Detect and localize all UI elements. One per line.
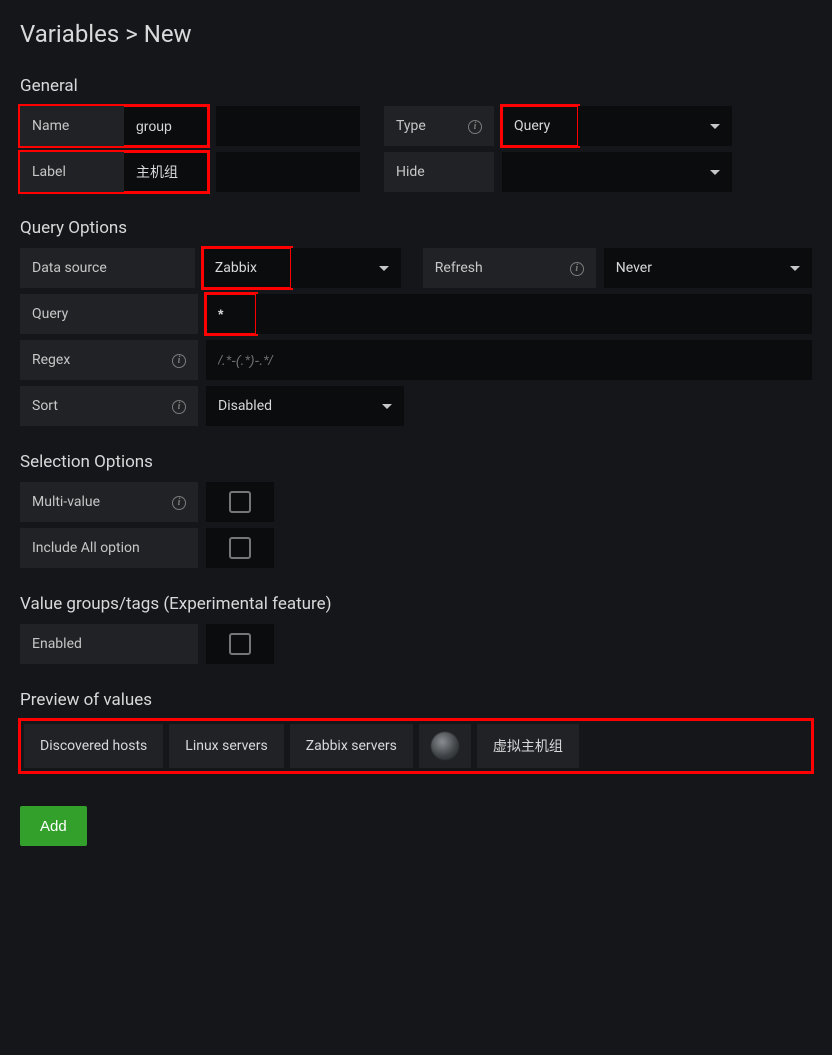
include-all-checkbox[interactable]	[229, 537, 251, 559]
name-label: Name	[20, 106, 124, 146]
data-source-caret-area[interactable]	[291, 248, 401, 288]
section-selection-options-heading: Selection Options	[20, 452, 812, 472]
name-input-extra[interactable]	[216, 106, 360, 146]
data-source-value-box[interactable]: Zabbix	[203, 248, 291, 288]
enabled-checkbox-wrap	[206, 624, 274, 664]
label-label: Label	[20, 152, 124, 192]
sort-label: Sort i	[20, 386, 198, 426]
label-input-extra[interactable]	[216, 152, 360, 192]
preview-values-container: Discovered hosts Linux servers Zabbix se…	[20, 720, 812, 772]
type-select-caret-area[interactable]	[578, 106, 732, 146]
type-value-text: Query	[514, 118, 550, 134]
regex-input[interactable]	[206, 340, 812, 380]
regex-label-text: Regex	[32, 352, 70, 368]
data-source-value-text: Zabbix	[215, 260, 257, 276]
info-icon: i	[162, 352, 186, 368]
chevron-down-icon	[790, 266, 800, 271]
chevron-down-icon	[710, 170, 720, 175]
refresh-label: Refresh i	[423, 248, 596, 288]
preview-value-pill: Linux servers	[169, 724, 283, 768]
obscured-icon	[431, 732, 459, 760]
multi-value-label-text: Multi-value	[32, 494, 100, 510]
section-general-heading: General	[20, 76, 812, 96]
chevron-down-icon	[379, 266, 389, 271]
enabled-label: Enabled	[20, 624, 198, 664]
refresh-label-text: Refresh	[435, 260, 483, 276]
name-input[interactable]	[124, 106, 208, 146]
query-input-highlight[interactable]	[206, 294, 256, 334]
page-title: Variables > New	[20, 20, 812, 48]
multi-value-checkbox[interactable]	[229, 491, 251, 513]
hide-select[interactable]	[502, 152, 732, 192]
section-query-options-heading: Query Options	[20, 218, 812, 238]
type-select-value[interactable]: Query	[502, 106, 578, 146]
sort-select[interactable]: Disabled	[206, 386, 404, 426]
query-input-rest[interactable]	[256, 294, 812, 334]
label-input[interactable]	[124, 152, 208, 192]
data-source-label: Data source	[20, 248, 195, 288]
preview-value-pill: 虚拟主机组	[477, 724, 579, 768]
preview-value-pill-icon	[419, 724, 471, 768]
info-icon: i	[162, 398, 186, 414]
type-label: Type i	[384, 106, 494, 146]
include-all-checkbox-wrap	[206, 528, 274, 568]
highlight-name-label: Name	[20, 106, 208, 146]
query-label: Query	[20, 294, 198, 334]
include-all-label: Include All option	[20, 528, 198, 568]
add-button[interactable]: Add	[20, 806, 87, 846]
preview-value-pill: Discovered hosts	[24, 724, 163, 768]
section-preview-heading: Preview of values	[20, 690, 812, 710]
info-icon: i	[560, 260, 584, 276]
info-icon: i	[162, 494, 186, 510]
info-icon: i	[458, 118, 482, 134]
multi-value-label: Multi-value i	[20, 482, 198, 522]
chevron-down-icon	[382, 404, 392, 409]
enabled-checkbox[interactable]	[229, 633, 251, 655]
sort-value-text: Disabled	[218, 398, 272, 414]
regex-label: Regex i	[20, 340, 198, 380]
sort-label-text: Sort	[32, 398, 58, 414]
type-label-text: Type	[396, 118, 426, 134]
hide-label: Hide	[384, 152, 494, 192]
section-value-groups-heading: Value groups/tags (Experimental feature)	[20, 594, 812, 614]
refresh-select[interactable]: Never	[604, 248, 812, 288]
preview-value-pill: Zabbix servers	[290, 724, 413, 768]
refresh-value-text: Never	[616, 260, 652, 276]
chevron-down-icon	[710, 124, 720, 129]
highlight-label-field: Label	[20, 152, 208, 192]
multi-value-checkbox-wrap	[206, 482, 274, 522]
